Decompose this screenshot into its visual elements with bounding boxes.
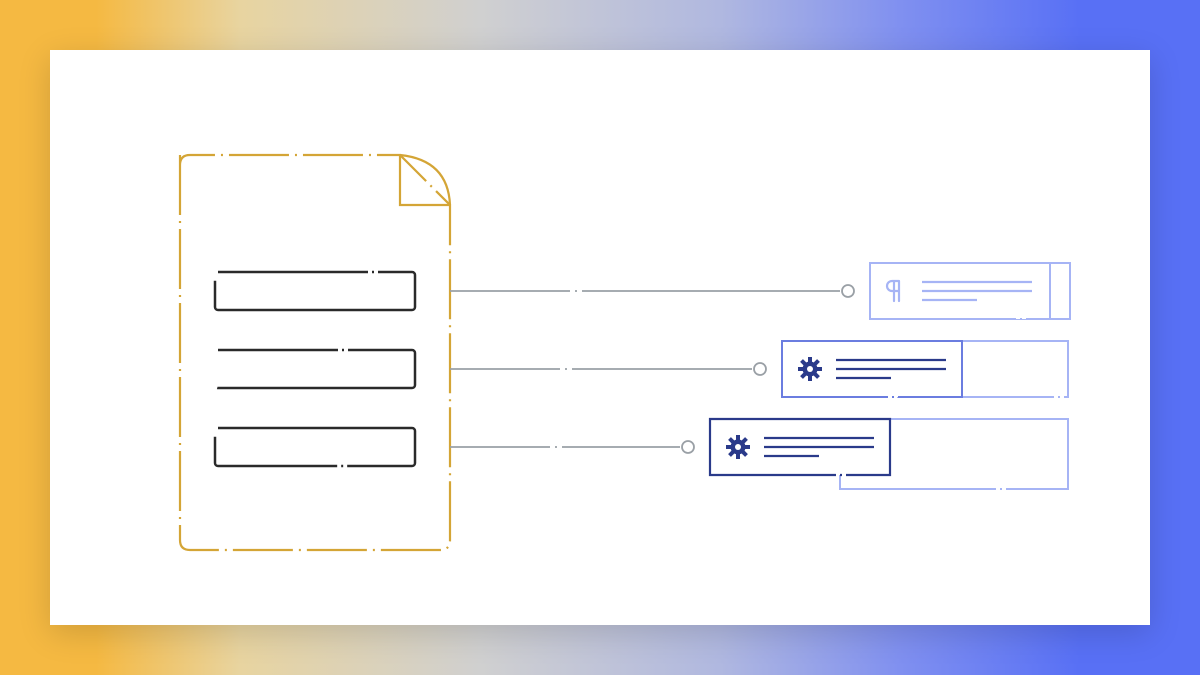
gear-icon [798,357,822,381]
diagram-svg [50,50,1150,625]
diagram-canvas [50,50,1150,625]
gear-icon [726,435,750,459]
connector-3 [450,441,694,453]
card-2 [782,341,962,397]
document-icon [180,155,450,550]
card-1 [870,263,1050,319]
connector-1 [450,285,854,297]
card-3 [710,419,890,475]
document-row-2 [215,350,415,388]
document-row-1 [215,272,415,310]
document-row-3 [215,428,415,466]
connector-2 [450,363,766,375]
